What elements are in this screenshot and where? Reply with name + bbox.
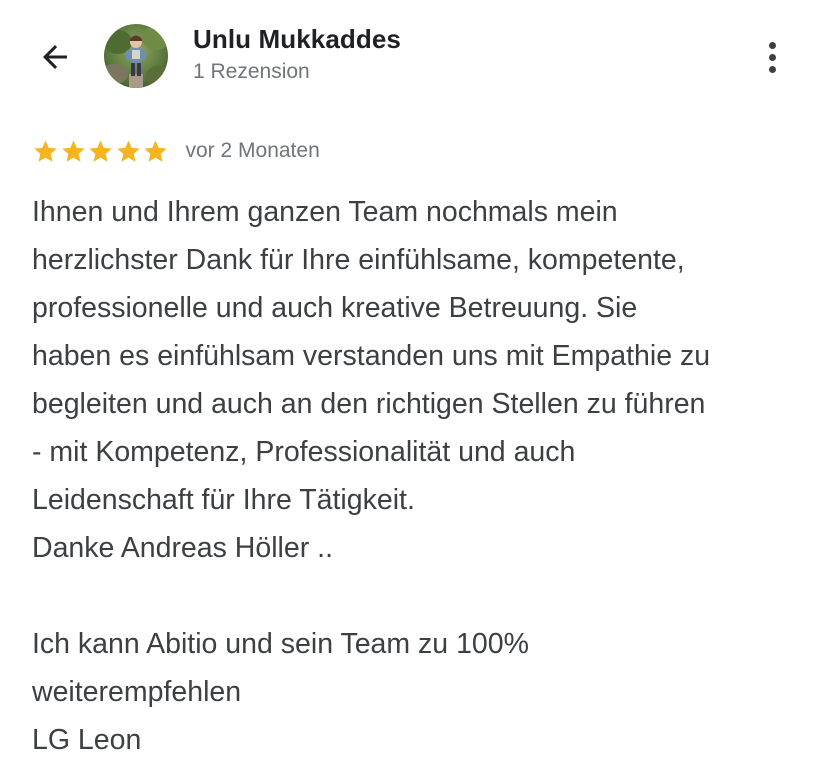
review-text-line: Leidenschaft für Ihre Tätigkeit. (32, 484, 415, 516)
author-name[interactable]: Unlu Mukkaddes (193, 24, 401, 55)
star-icon (144, 139, 167, 162)
more-vertical-icon (768, 41, 776, 49)
review-text-line: Ich kann Abitio und sein Team zu 100% (32, 628, 529, 660)
avatar[interactable] (104, 24, 168, 88)
back-button[interactable] (30, 32, 80, 82)
review-text-line: begleiten und auch an den richtigen Stel… (32, 388, 706, 420)
review-text-line: professionelle und auch kreative Betreuu… (32, 292, 638, 324)
star-rating (32, 138, 170, 165)
review-text-line: haben es einfühlsam verstanden uns mit E… (32, 340, 711, 372)
review-text-line (32, 572, 812, 620)
review-text-line: herzlichster Dank für Ihre einfühlsame, … (32, 244, 685, 276)
review-text-line: Danke Andreas Höller .. (32, 532, 333, 564)
star-icon (116, 139, 140, 162)
review-text-line: Ihnen und Ihrem ganzen Team nochmals mei… (32, 196, 618, 228)
profile-photo (104, 24, 168, 88)
more-vertical-icon-dot (768, 53, 776, 61)
review-text-line: LG Leon (32, 724, 142, 756)
review-text: Ihnen und Ihrem ganzen Team nochmals mei… (32, 188, 812, 764)
review-date: vor 2 Monaten (185, 139, 320, 162)
more-vertical-icon-dot (768, 65, 776, 73)
more-options-button[interactable] (752, 34, 792, 80)
rating-row: vor 2 Monaten (32, 134, 320, 168)
review-count: 1 Rezension (193, 60, 310, 83)
review-header: Unlu Mukkaddes 1 Rezension (0, 0, 828, 112)
star-icon (89, 139, 112, 162)
review-text-line: - mit Kompetenz, Professionalität und au… (32, 436, 576, 468)
review-text-line: weiterempfehlen (32, 676, 242, 708)
star-icon (34, 139, 57, 162)
star-icon (61, 139, 85, 162)
arrow-left-icon (43, 45, 67, 69)
